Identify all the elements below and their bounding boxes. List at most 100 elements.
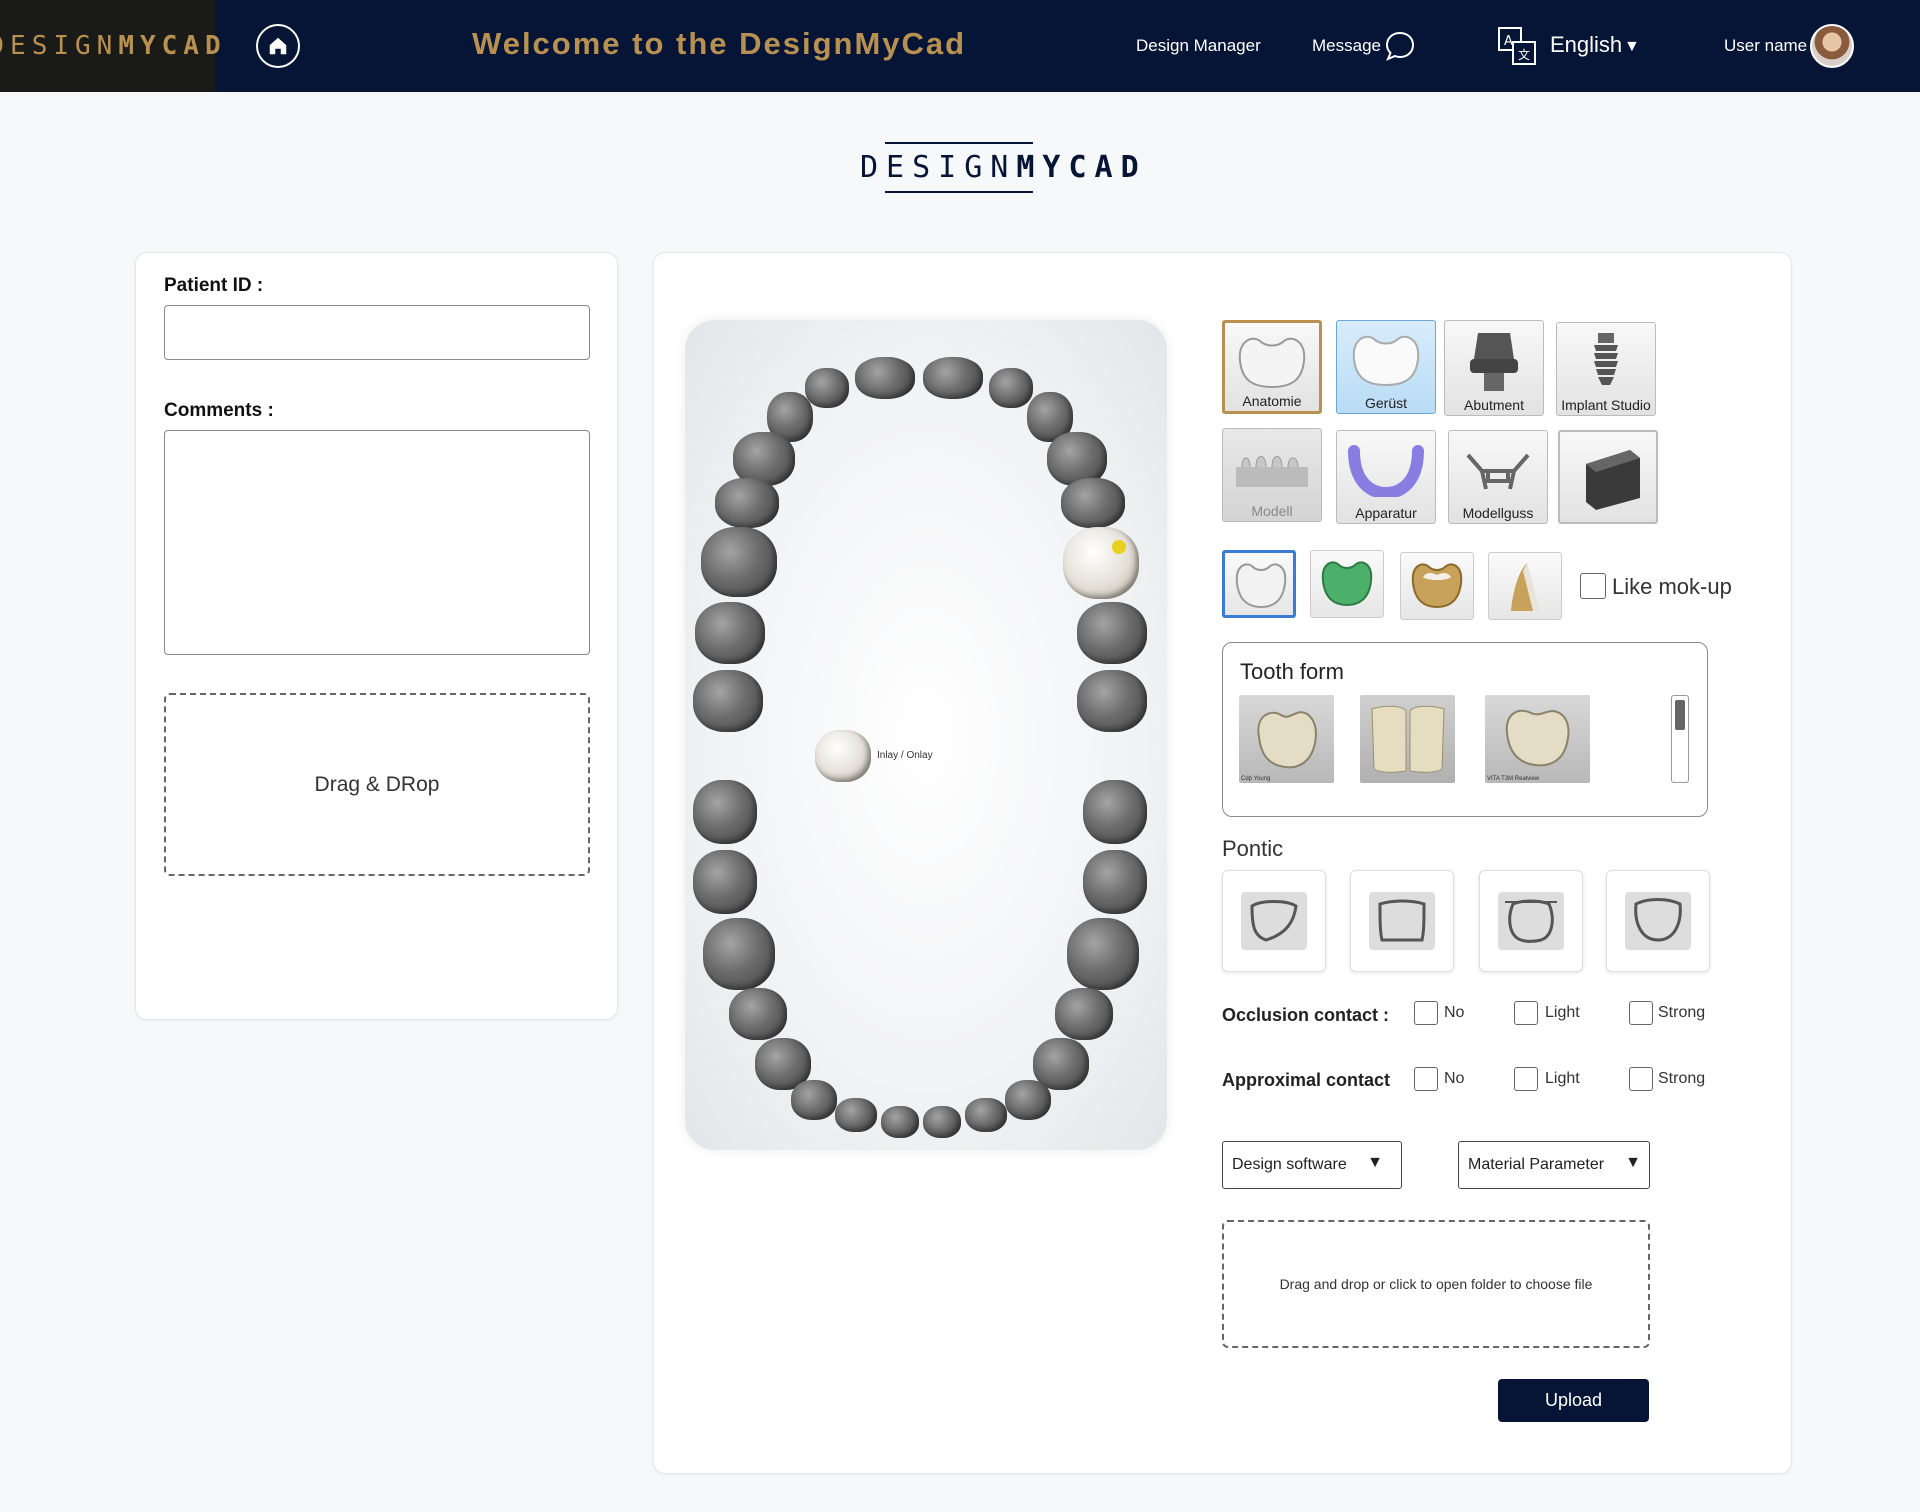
patient-id-input[interactable] xyxy=(164,305,590,360)
design-software-select[interactable]: Design software ▼ xyxy=(1222,1141,1402,1189)
tooth-35[interactable] xyxy=(1055,988,1113,1040)
tooth-form-option[interactable]: Cdp Young xyxy=(1239,695,1334,783)
patient-file-dropzone[interactable]: Drag & DRop xyxy=(164,693,590,876)
chevron-down-icon[interactable]: ▼ xyxy=(1624,38,1640,56)
restoration-modellguss[interactable]: Modellguss xyxy=(1448,430,1548,524)
green-crown-icon xyxy=(1321,561,1373,607)
file-upload-dropzone[interactable]: Drag and drop or click to open folder to… xyxy=(1222,1220,1650,1348)
mokup-checkbox[interactable] xyxy=(1580,573,1606,599)
restoration-anatomie[interactable]: Anatomie xyxy=(1222,320,1322,414)
tooth-17[interactable] xyxy=(695,602,765,664)
user-name[interactable]: User name xyxy=(1724,36,1807,56)
tooth-16[interactable] xyxy=(701,527,777,597)
tooth-11[interactable] xyxy=(855,357,915,399)
tooth-33[interactable] xyxy=(1005,1080,1051,1120)
home-button[interactable] xyxy=(256,24,300,68)
logo-bold: MYCAD xyxy=(118,31,227,61)
avatar[interactable] xyxy=(1810,24,1854,68)
appliance-icon xyxy=(1348,445,1424,497)
occlusion-no-label: No xyxy=(1444,1004,1465,1021)
tooth-36[interactable] xyxy=(1067,918,1139,990)
upload-button[interactable]: Upload xyxy=(1498,1379,1649,1422)
material-green[interactable] xyxy=(1310,550,1384,618)
tooth-12[interactable] xyxy=(805,368,849,408)
tooth-form-option[interactable] xyxy=(1360,695,1455,783)
brand-logo[interactable]: DESIGNMYCAD xyxy=(0,0,221,92)
framework-icon xyxy=(1352,335,1420,387)
center-logo-bold: MYCAD xyxy=(1016,150,1147,185)
inlay-onlay-label: Inlay / Onlay xyxy=(877,750,933,761)
approximal-strong-checkbox[interactable] xyxy=(1629,1067,1653,1091)
approximal-no-label: No xyxy=(1444,1070,1465,1087)
approximal-no-checkbox[interactable] xyxy=(1414,1067,1438,1091)
translate-icon[interactable]: A文 xyxy=(1497,26,1539,68)
chat-bubble-icon[interactable] xyxy=(1384,30,1416,62)
approximal-light-checkbox[interactable] xyxy=(1514,1067,1538,1091)
tooth-41[interactable] xyxy=(881,1106,919,1138)
message-link[interactable]: Message xyxy=(1312,36,1381,56)
pontic-preview xyxy=(1369,892,1435,950)
logo-thin: DESIGN xyxy=(0,31,119,61)
tooth-form-caption: VITA T3M Realview xyxy=(1487,776,1540,782)
svg-text:A: A xyxy=(1504,34,1513,49)
material-white[interactable] xyxy=(1222,550,1296,618)
tooth-31[interactable] xyxy=(923,1106,961,1138)
material-gold[interactable] xyxy=(1400,552,1474,620)
brand-logo-text: DESIGNMYCAD xyxy=(0,31,227,61)
tooth-chart[interactable]: Inlay / Onlay xyxy=(685,320,1167,1150)
caret-down-icon: ▼ xyxy=(1625,1154,1641,1171)
tooth-18[interactable] xyxy=(693,670,763,732)
restoration-modell[interactable]: Modell xyxy=(1222,428,1322,522)
scrollbar-thumb[interactable] xyxy=(1675,700,1685,730)
occlusion-strong-checkbox[interactable] xyxy=(1629,1001,1653,1025)
approximal-strong-label: Strong xyxy=(1658,1070,1706,1087)
tooth-38[interactable] xyxy=(1083,780,1147,844)
design-manager-link[interactable]: Design Manager xyxy=(1136,36,1261,56)
white-crown-icon xyxy=(1235,563,1287,609)
tooth-48[interactable] xyxy=(693,780,757,844)
restoration-bar[interactable] xyxy=(1558,430,1658,524)
tooth-form-scrollbar[interactable] xyxy=(1671,695,1689,783)
approximal-light-label: Light xyxy=(1545,1070,1580,1087)
occlusion-light-checkbox[interactable] xyxy=(1514,1001,1538,1025)
restoration-implant-studio[interactable]: Implant Studio xyxy=(1556,322,1656,416)
tooth-form-option[interactable]: VITA T3M Realview xyxy=(1485,695,1590,783)
tooth-42[interactable] xyxy=(835,1098,877,1132)
tooth-46[interactable] xyxy=(703,918,775,990)
restoration-geruest[interactable]: Gerüst xyxy=(1336,320,1436,414)
tooth-21[interactable] xyxy=(923,357,983,399)
tooth-25[interactable] xyxy=(1061,478,1125,528)
pontic-shape-icon xyxy=(1250,900,1298,942)
pontic-shape-icon xyxy=(1378,899,1426,942)
tooth-26[interactable] xyxy=(1063,527,1139,599)
material-parameter-select[interactable]: Material Parameter ▼ xyxy=(1458,1141,1650,1189)
tooth-47[interactable] xyxy=(693,850,757,914)
tooth-43[interactable] xyxy=(791,1080,837,1120)
tooth-45[interactable] xyxy=(729,988,787,1040)
comments-textarea[interactable] xyxy=(164,430,590,655)
language-select[interactable]: English xyxy=(1550,32,1622,58)
molar-icon xyxy=(1257,711,1317,769)
tooth-32[interactable] xyxy=(965,1098,1007,1132)
pontic-option-3[interactable] xyxy=(1479,870,1583,972)
material-veneer[interactable] xyxy=(1488,552,1562,620)
restoration-abutment[interactable]: Abutment xyxy=(1444,320,1544,416)
pontic-option-1[interactable] xyxy=(1222,870,1326,972)
restoration-apparatur[interactable]: Apparatur xyxy=(1336,430,1436,524)
pontic-option-4[interactable] xyxy=(1606,870,1710,972)
bar-icon xyxy=(1586,450,1640,510)
tooth-28[interactable] xyxy=(1077,670,1147,732)
restoration-label: Implant Studio xyxy=(1561,397,1651,413)
patient-id-label: Patient ID : xyxy=(164,275,264,296)
caret-down-icon: ▼ xyxy=(1367,1154,1383,1171)
tooth-27[interactable] xyxy=(1077,602,1147,664)
pontic-preview xyxy=(1241,892,1307,950)
tooth-22[interactable] xyxy=(989,368,1033,408)
occlusion-no-checkbox[interactable] xyxy=(1414,1001,1438,1025)
tooth-37[interactable] xyxy=(1083,850,1147,914)
implant-icon xyxy=(1594,333,1618,385)
model-icon xyxy=(1236,456,1308,487)
tooth-15[interactable] xyxy=(715,478,779,528)
inlay-onlay-tooth[interactable] xyxy=(815,730,871,782)
pontic-option-2[interactable] xyxy=(1350,870,1454,972)
